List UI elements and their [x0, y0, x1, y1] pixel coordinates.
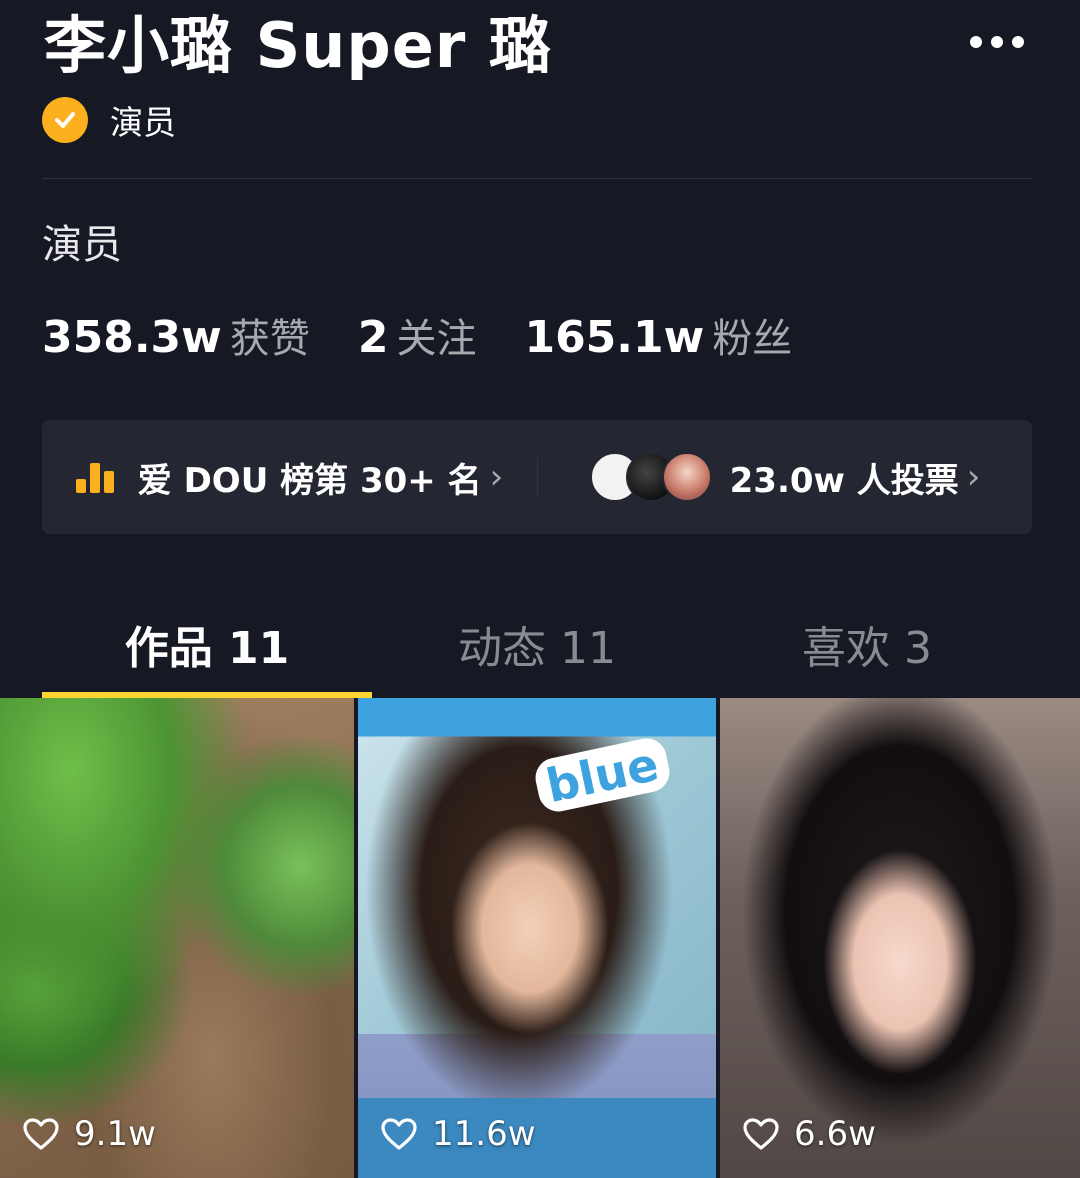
profile-name: 李小璐 Super 璐	[44, 9, 552, 82]
chevron-right-icon: ›	[489, 457, 504, 497]
stat-value: 165.1w	[524, 312, 705, 363]
rank-link[interactable]: 爱 DOU 榜第 30+ 名 ›	[42, 420, 537, 534]
stat-likes: 358.3w 获赞	[42, 306, 310, 364]
like-count-value: 9.1w	[74, 1114, 156, 1154]
stat-label: 获赞	[229, 316, 310, 362]
stat-value: 358.3w	[42, 312, 222, 363]
stat-label: 关注	[396, 316, 477, 362]
tab-likes[interactable]: 喜欢 3	[702, 590, 1032, 698]
verification-row: 演员	[42, 96, 176, 144]
video-thumbnail[interactable]: blue 11.6w	[358, 698, 716, 1178]
divider	[42, 178, 1032, 179]
heart-icon	[23, 1118, 59, 1150]
like-count-value: 6.6w	[794, 1114, 876, 1154]
like-count: 6.6w	[742, 1114, 876, 1154]
stat-value: 2	[357, 312, 389, 363]
heart-icon	[381, 1118, 417, 1150]
voter-avatars	[589, 452, 712, 502]
video-thumbnail[interactable]: 6.6w	[720, 698, 1080, 1178]
more-icon	[1012, 36, 1024, 48]
stat-followers[interactable]: 165.1w 粉丝	[524, 306, 792, 364]
like-count-value: 11.6w	[432, 1114, 536, 1154]
video-grid: 9.1w blue 11.6w 6.6w	[0, 698, 1080, 1178]
sticker-text: blue	[531, 734, 673, 816]
stats-row: 358.3w 获赞 2 关注 165.1w 粉丝	[42, 306, 840, 372]
chevron-right-icon: ›	[966, 457, 981, 497]
rank-text: 爱 DOU 榜第 30+ 名	[137, 460, 482, 501]
votes-link[interactable]: 23.0w 人投票 ›	[538, 420, 1032, 534]
more-options-button[interactable]	[970, 28, 1024, 56]
rank-card: 爱 DOU 榜第 30+ 名 › 23.0w 人投票 ›	[42, 420, 1032, 534]
stat-following[interactable]: 2 关注	[358, 306, 477, 364]
verified-label: 演员	[110, 103, 176, 142]
votes-text: 23.0w 人投票	[729, 460, 959, 501]
like-count: 11.6w	[380, 1114, 536, 1154]
verified-check-icon	[42, 97, 88, 143]
profile-bio: 演员	[42, 222, 122, 268]
like-count: 9.1w	[22, 1114, 156, 1154]
stat-label: 粉丝	[712, 316, 793, 362]
tab-moments[interactable]: 动态 11	[372, 590, 702, 698]
avatar	[661, 452, 712, 502]
more-icon	[970, 36, 982, 48]
bar-chart-icon	[75, 461, 118, 493]
more-icon	[991, 36, 1003, 48]
content-tabs: 作品 11 动态 11 喜欢 3	[0, 590, 1080, 698]
tab-works[interactable]: 作品 11	[42, 590, 372, 698]
heart-icon	[743, 1118, 779, 1150]
video-thumbnail[interactable]: 9.1w	[0, 698, 354, 1178]
